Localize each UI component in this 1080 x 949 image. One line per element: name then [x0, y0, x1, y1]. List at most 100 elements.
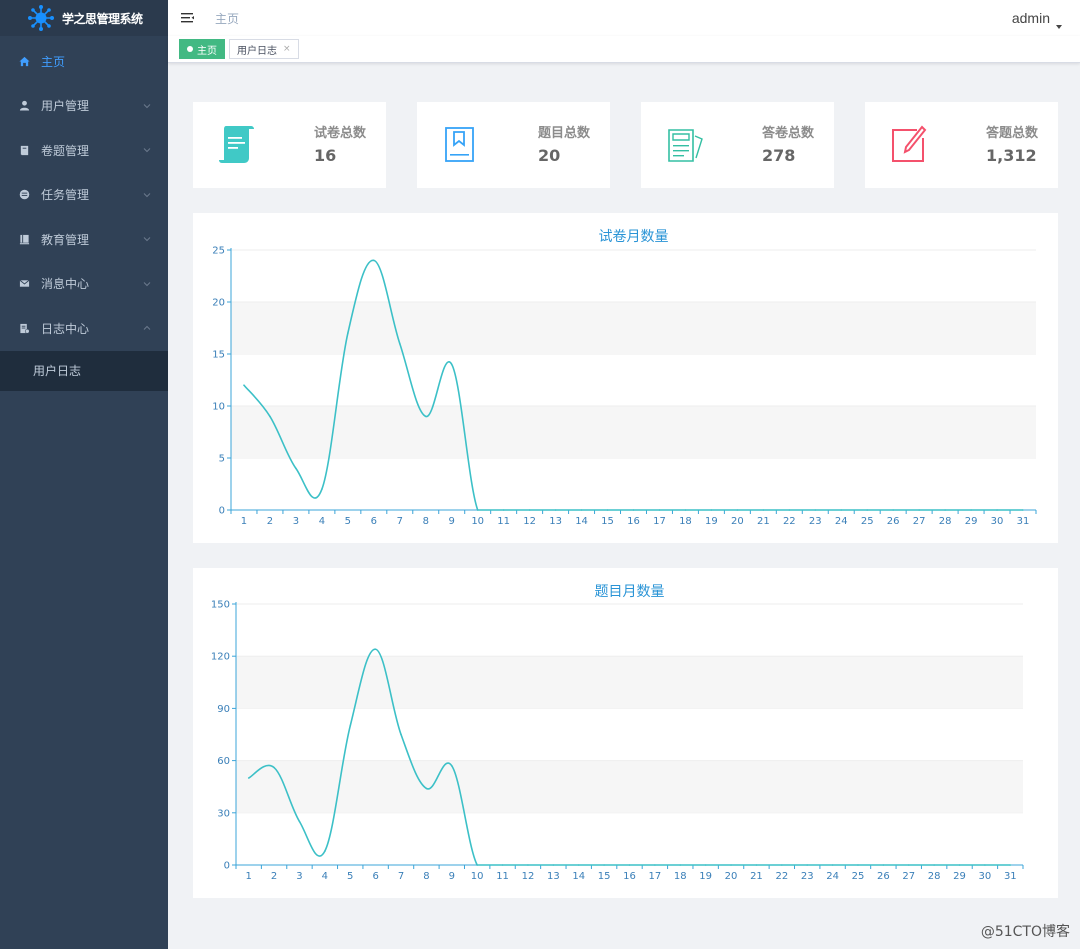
- data-point[interactable]: [527, 864, 529, 866]
- sidebar-subitem-user-log[interactable]: 用户日志: [0, 351, 168, 391]
- sidebar-item-home[interactable]: 主页: [0, 39, 168, 84]
- data-point[interactable]: [892, 509, 894, 511]
- data-point[interactable]: [324, 850, 326, 852]
- data-point[interactable]: [684, 509, 687, 511]
- data-point[interactable]: [788, 509, 791, 511]
- submenu-logs: 用户日志: [0, 350, 168, 391]
- data-point[interactable]: [658, 509, 661, 511]
- data-point[interactable]: [554, 509, 557, 511]
- user-menu[interactable]: admin: [1012, 10, 1062, 29]
- hamburger-icon[interactable]: [181, 11, 195, 25]
- line-chart-questions[interactable]: 题目月数量03060901201501 2 3 4 5 6 7 8 9 10 11 12 13 14 15 1…: [193, 568, 1058, 898]
- data-point[interactable]: [373, 259, 375, 262]
- watermark: @51CTO博客: [980, 924, 1070, 940]
- data-point[interactable]: [577, 864, 580, 866]
- data-point[interactable]: [984, 864, 986, 866]
- data-point[interactable]: [273, 766, 275, 769]
- x-tick-label: 15: [598, 871, 611, 882]
- sidebar-item-education[interactable]: 教育管理: [0, 217, 168, 262]
- sidebar-item-users[interactable]: 用户管理: [0, 84, 168, 129]
- sidebar-item-label: 消息中心: [41, 277, 90, 292]
- data-point[interactable]: [424, 415, 427, 418]
- line-chart-papers[interactable]: 试卷月数量05101520251 2 3 4 5 6 7 8 9 10 11 12 13 14 15 16 17…: [193, 213, 1058, 543]
- y-tick-label: 120: [211, 652, 230, 663]
- data-point[interactable]: [882, 864, 885, 866]
- close-icon[interactable]: ×: [283, 44, 291, 54]
- data-point[interactable]: [933, 864, 935, 866]
- data-point[interactable]: [606, 509, 609, 511]
- data-point[interactable]: [425, 787, 428, 790]
- data-point[interactable]: [247, 777, 250, 779]
- breadcrumb[interactable]: 主页: [215, 10, 239, 27]
- logo[interactable]: 学之思管理系统: [0, 0, 168, 36]
- x-tick-label: 21: [750, 871, 763, 882]
- data-point[interactable]: [628, 864, 631, 866]
- data-point[interactable]: [781, 864, 783, 866]
- grid-band: [231, 302, 1036, 354]
- x-tick-label: 11: [496, 871, 509, 882]
- sidebar-item-messages[interactable]: 消息中心: [0, 262, 168, 307]
- data-point[interactable]: [755, 864, 758, 866]
- data-point[interactable]: [814, 509, 817, 511]
- active-dot-icon: [187, 46, 193, 52]
- data-point[interactable]: [857, 864, 859, 866]
- x-tick-label: 6: [371, 516, 377, 527]
- data-point[interactable]: [996, 509, 998, 511]
- x-tick-label: 25: [861, 516, 874, 527]
- tags-view: 主页 用户日志 ×: [168, 36, 1080, 63]
- data-point[interactable]: [918, 509, 920, 511]
- data-point[interactable]: [476, 509, 479, 511]
- data-point[interactable]: [398, 342, 401, 345]
- data-point[interactable]: [1009, 864, 1012, 866]
- tag-home[interactable]: 主页: [179, 39, 225, 59]
- data-point[interactable]: [528, 509, 531, 511]
- stat-card-answers[interactable]: 答题总数 1,312: [865, 102, 1058, 188]
- sidebar-item-tasks[interactable]: 任务管理: [0, 173, 168, 218]
- x-tick-label: 25: [852, 871, 865, 882]
- app-title: 学之思管理系统: [62, 11, 143, 26]
- data-point[interactable]: [321, 488, 323, 491]
- data-point[interactable]: [710, 509, 713, 511]
- data-point[interactable]: [806, 864, 809, 866]
- data-point[interactable]: [704, 864, 707, 866]
- data-point[interactable]: [603, 864, 605, 866]
- data-point[interactable]: [349, 725, 352, 727]
- data-point[interactable]: [298, 820, 301, 823]
- data-point[interactable]: [450, 363, 453, 366]
- data-point[interactable]: [866, 509, 869, 511]
- data-point[interactable]: [450, 765, 453, 767]
- data-point[interactable]: [269, 415, 271, 418]
- data-point[interactable]: [243, 384, 245, 386]
- data-point[interactable]: [762, 509, 765, 511]
- data-point[interactable]: [840, 509, 843, 511]
- data-point[interactable]: [502, 509, 505, 511]
- data-point[interactable]: [347, 332, 349, 334]
- sidebar-item-exams[interactable]: 卷题管理: [0, 128, 168, 173]
- data-point[interactable]: [970, 509, 972, 511]
- data-point[interactable]: [552, 864, 555, 866]
- data-point[interactable]: [632, 509, 635, 511]
- x-tick-label: 12: [522, 871, 535, 882]
- x-tick-label: 14: [575, 516, 588, 527]
- data-point[interactable]: [1022, 509, 1024, 511]
- stat-card-questions[interactable]: 题目总数 20: [417, 102, 610, 188]
- stat-card-answer-sheets[interactable]: 答卷总数 278: [641, 102, 834, 188]
- data-point[interactable]: [679, 864, 682, 866]
- data-point[interactable]: [958, 864, 961, 866]
- data-point[interactable]: [476, 864, 478, 866]
- data-point[interactable]: [944, 509, 946, 511]
- data-point[interactable]: [654, 864, 656, 866]
- x-tick-label: 11: [497, 516, 510, 527]
- data-point[interactable]: [907, 864, 910, 866]
- stat-card-papers[interactable]: 试卷总数 16: [193, 102, 386, 188]
- data-point[interactable]: [501, 864, 504, 866]
- data-point[interactable]: [400, 733, 402, 736]
- sidebar-item-logs[interactable]: 日志中心: [0, 306, 168, 351]
- data-point[interactable]: [831, 864, 834, 866]
- tag-user-log[interactable]: 用户日志 ×: [229, 39, 299, 59]
- data-point[interactable]: [736, 509, 739, 511]
- data-point[interactable]: [730, 864, 732, 866]
- data-point[interactable]: [580, 509, 583, 511]
- data-point[interactable]: [374, 648, 377, 651]
- data-point[interactable]: [295, 467, 297, 470]
